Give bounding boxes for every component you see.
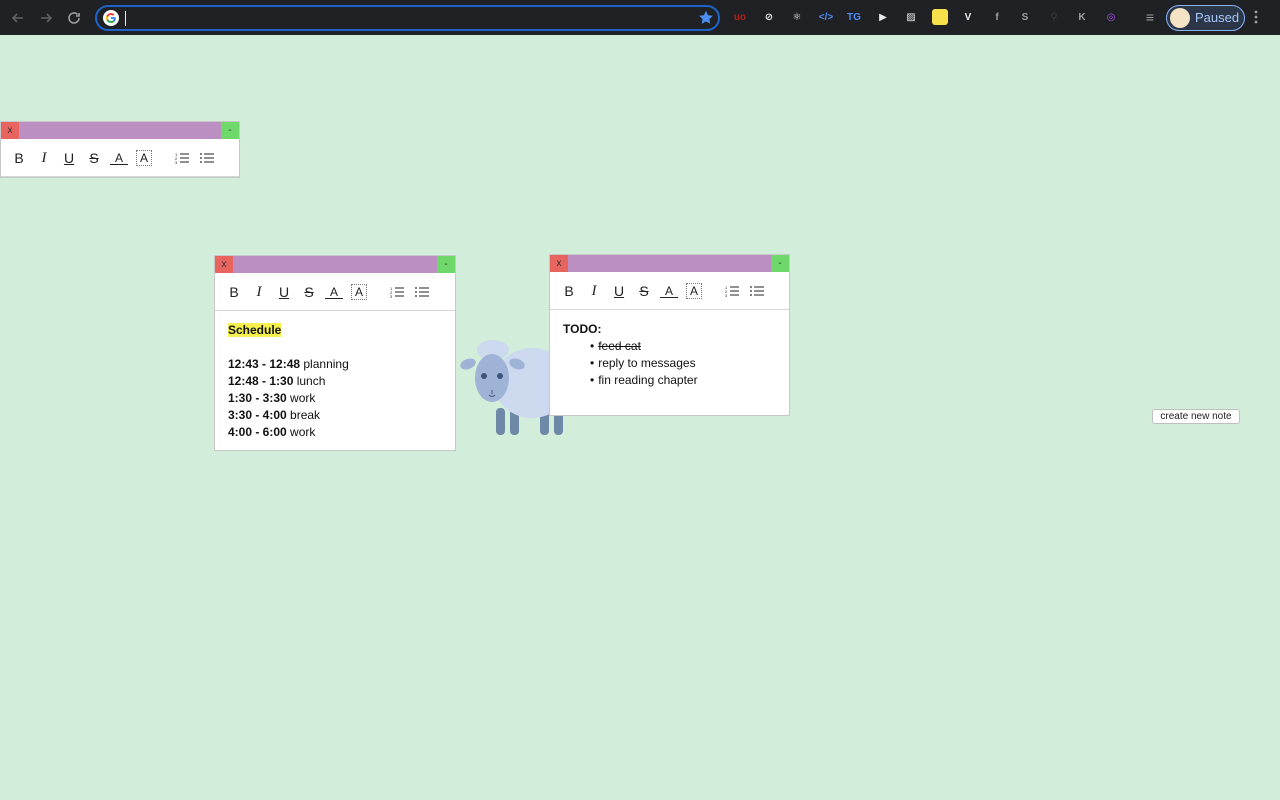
bold-button[interactable]: B — [225, 283, 243, 301]
forward-icon[interactable] — [36, 8, 56, 28]
font-color-button[interactable]: A — [110, 151, 128, 165]
font-color-button[interactable]: A — [660, 284, 678, 298]
minimize-note-button[interactable]: - — [221, 122, 239, 139]
image-icon[interactable]: ▨ — [903, 9, 919, 25]
target-icon[interactable]: ◎ — [1103, 9, 1119, 25]
underline-button[interactable]: U — [610, 282, 628, 300]
todo-item: feed cat — [590, 338, 779, 355]
highlight-button[interactable]: A — [135, 149, 153, 167]
k-icon[interactable]: K — [1074, 9, 1090, 25]
note-todo: x - B I U S A A 123 TODO: feed cat reply … — [549, 254, 790, 416]
todo-item-text: fin reading chapter — [598, 373, 698, 387]
note-empty: x - B I U S A A 123 — [0, 121, 240, 178]
svg-text:3: 3 — [175, 160, 178, 164]
schedule-task: work — [286, 391, 316, 405]
back-icon[interactable] — [8, 8, 28, 28]
key-icon[interactable]: ⚲ — [1046, 9, 1062, 25]
note-heading: Schedule — [228, 323, 282, 337]
italic-button[interactable]: I — [250, 283, 268, 301]
highlight-button[interactable]: A — [685, 282, 703, 300]
address-bar[interactable] — [95, 5, 720, 31]
more-menu-icon[interactable] — [1254, 10, 1266, 26]
bullet-list-icon[interactable] — [413, 283, 431, 301]
reading-list-icon[interactable]: ≡ — [1142, 9, 1158, 25]
profile-status-label: Paused — [1195, 10, 1240, 25]
schedule-task: lunch — [293, 374, 326, 388]
highlight-button[interactable]: A — [350, 283, 368, 301]
v-icon[interactable]: V — [960, 9, 976, 25]
schedule-time: 12:48 - 1:30 — [228, 374, 294, 388]
schedule-row: 4:00 - 6:00 work — [228, 424, 445, 441]
schedule-row: 3:30 - 4:00 break — [228, 407, 445, 424]
strikethrough-button[interactable]: S — [85, 149, 103, 167]
format-toolbar: B I U S A A 123 — [215, 273, 455, 311]
google-icon — [103, 10, 119, 26]
schedule-task: break — [286, 408, 321, 422]
ordered-list-icon[interactable]: 123 — [173, 149, 191, 167]
privacy-icon[interactable]: ⊘ — [761, 9, 777, 25]
schedule-row: 12:43 - 12:48 planning — [228, 356, 445, 373]
calendar-icon[interactable]: TG — [846, 9, 862, 25]
todo-item: fin reading chapter — [590, 372, 779, 389]
minimize-note-button[interactable]: - — [437, 256, 455, 273]
note-content[interactable]: Schedule 12:43 - 12:48 planning 12:48 - 1… — [228, 322, 445, 441]
sticky-note-icon[interactable] — [932, 9, 948, 25]
strikethrough-button[interactable]: S — [635, 282, 653, 300]
code-icon[interactable]: </> — [818, 9, 834, 25]
format-toolbar: B I U S A A 123 — [1, 139, 239, 177]
format-toolbar: B I U S A A 123 — [550, 272, 789, 310]
schedule-row: 12:48 - 1:30 lunch — [228, 373, 445, 390]
minimize-note-button[interactable]: - — [771, 255, 789, 272]
browser-toolbar: uo ⊘ ⚛ </> TG ▶ ▨ Vf S ⚲ K ◎ ≡ Paused — [0, 0, 1280, 35]
close-note-button[interactable]: x — [1, 122, 19, 139]
reload-icon[interactable] — [64, 8, 84, 28]
note-drag-handle[interactable] — [550, 255, 789, 272]
note-drag-handle[interactable] — [1, 122, 239, 139]
svg-text:3: 3 — [725, 293, 728, 297]
close-note-button[interactable]: x — [550, 255, 568, 272]
todo-item: reply to messages — [590, 355, 779, 372]
ordered-list-icon[interactable]: 123 — [723, 282, 741, 300]
note-drag-handle[interactable] — [215, 256, 455, 273]
note-heading: TODO: — [563, 322, 602, 336]
italic-button[interactable]: I — [35, 149, 53, 167]
strikethrough-button[interactable]: S — [300, 283, 318, 301]
todo-item-text: reply to messages — [598, 356, 696, 370]
ublock-icon[interactable]: uo — [732, 9, 748, 25]
underline-button[interactable]: U — [275, 283, 293, 301]
play-icon[interactable]: ▶ — [875, 9, 891, 25]
bold-button[interactable]: B — [10, 149, 28, 167]
create-new-note-button[interactable]: create new note — [1152, 409, 1240, 424]
close-note-button[interactable]: x — [215, 256, 233, 273]
f-icon[interactable]: f — [989, 9, 1005, 25]
schedule-time: 4:00 - 6:00 — [228, 425, 287, 439]
react-devtools-icon[interactable]: ⚛ — [789, 9, 805, 25]
bullet-list-icon[interactable] — [198, 149, 216, 167]
avatar — [1170, 8, 1190, 28]
ordered-list-icon[interactable]: 123 — [388, 283, 406, 301]
svg-text:3: 3 — [390, 294, 393, 298]
italic-button[interactable]: I — [585, 282, 603, 300]
note-schedule: x - B I U S A A 123 Schedule 12:43 - 12:… — [214, 255, 456, 451]
schedule-time: 12:43 - 12:48 — [228, 357, 301, 371]
note-content[interactable]: TODO: feed cat reply to messages fin readi… — [563, 321, 779, 389]
todo-item-text: feed cat — [598, 339, 641, 353]
todo-list: feed cat reply to messages fin reading cha… — [590, 338, 779, 389]
s-icon[interactable]: S — [1017, 9, 1033, 25]
font-color-button[interactable]: A — [325, 285, 343, 299]
schedule-task: work — [286, 425, 316, 439]
bold-button[interactable]: B — [560, 282, 578, 300]
bullet-list-icon[interactable] — [748, 282, 766, 300]
text-caret — [125, 11, 126, 26]
schedule-time: 1:30 - 3:30 — [228, 391, 287, 405]
schedule-task: planning — [300, 357, 349, 371]
bookmark-star-icon[interactable] — [697, 9, 715, 27]
underline-button[interactable]: U — [60, 149, 78, 167]
profile-button[interactable]: Paused — [1166, 5, 1245, 31]
schedule-row: 1:30 - 3:30 work — [228, 390, 445, 407]
schedule-time: 3:30 - 4:00 — [228, 408, 287, 422]
